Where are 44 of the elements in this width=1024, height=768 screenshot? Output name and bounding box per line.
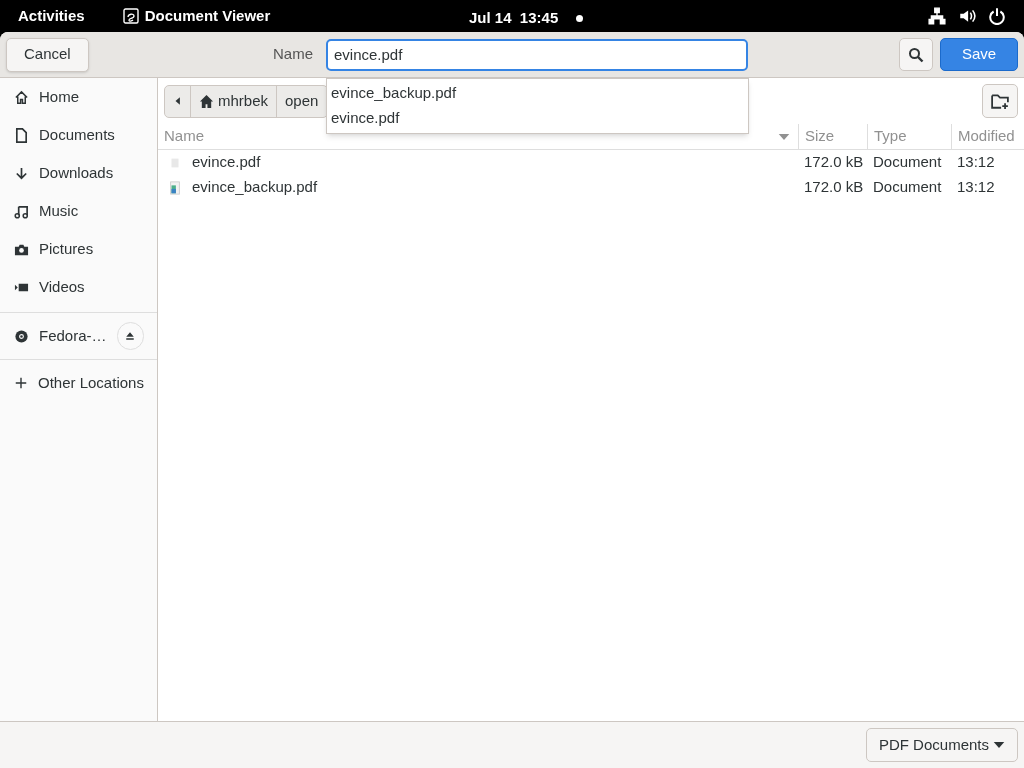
table-cell-text: 172.0 kB [803, 152, 865, 173]
table-cell-text: Document [872, 152, 943, 173]
table-cell-text: 13:12 [956, 177, 996, 198]
name-label: Name [273, 44, 313, 65]
download-icon [14, 165, 29, 181]
document-icon [14, 127, 29, 143]
folder-plus-icon [991, 92, 1009, 110]
autocomplete-item[interactable]: evince_backup.pdf [327, 81, 748, 106]
sidebar-item[interactable]: Fedora-… [14, 324, 107, 348]
sidebar-item[interactable]: Pictures [0, 230, 157, 268]
sidebar-item[interactable]: Documents [0, 116, 157, 154]
file-name[interactable]: evince.pdf [192, 151, 261, 174]
eject-icon [124, 330, 137, 342]
power-icon [988, 7, 1006, 25]
app-menu[interactable]: Document Viewer [144, 4, 271, 28]
search-button[interactable] [899, 38, 933, 71]
plus-icon [14, 376, 28, 390]
volume-icon [958, 7, 976, 25]
cancel-button[interactable]: Cancel [6, 37, 89, 72]
sidebar-item[interactable]: Other Locations [0, 360, 157, 406]
table-cell-text: 172.0 kB [803, 177, 865, 198]
home-icon [14, 89, 29, 105]
sidebar-item[interactable]: Downloads [0, 154, 157, 192]
clock[interactable]: Jul 14 13:45 [469, 7, 559, 30]
search-icon [908, 46, 924, 63]
file-name[interactable]: evince_backup.pdf [192, 176, 318, 199]
table-cell-text: Document [872, 177, 943, 198]
name-field[interactable]: evince.pdf [326, 38, 748, 71]
file-thumbnail-icon [168, 180, 182, 195]
file-type-dropdown[interactable]: PDF Documents [865, 728, 1018, 762]
app-icon [122, 8, 139, 24]
new-folder-button[interactable] [982, 84, 1018, 118]
path-button[interactable]: mhrbek [191, 85, 278, 117]
network-icon [928, 7, 946, 25]
home-icon [199, 93, 214, 109]
table-cell-text: 13:12 [956, 152, 996, 173]
sidebar-item[interactable]: Home [0, 78, 157, 116]
music-icon [14, 203, 29, 219]
disc-icon [14, 328, 29, 344]
activities-button[interactable]: Activities [18, 4, 85, 28]
autocomplete-item[interactable]: evince.pdf [327, 106, 748, 131]
sidebar-item[interactable]: Videos [0, 268, 157, 306]
sidebar-item[interactable]: Music [0, 192, 157, 230]
save-button[interactable]: Save [940, 38, 1018, 71]
